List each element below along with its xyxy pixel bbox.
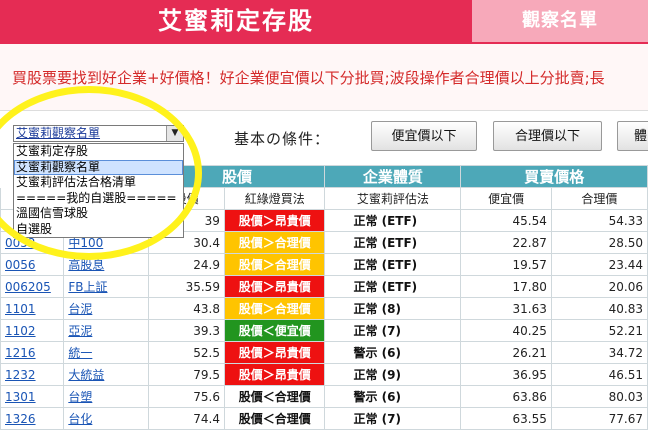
evaluation-status: 正常 (7) bbox=[324, 319, 462, 342]
table-row: 1216 統一 52.5 股價＞昂貴價 警示 (6) 26.21 34.72 bbox=[0, 341, 648, 364]
signal-badge: 股價＜合理價 bbox=[223, 407, 326, 430]
col-header-evaluation: 艾蜜莉評估法 bbox=[324, 187, 462, 210]
stock-name-link[interactable]: 台泥 bbox=[63, 297, 150, 320]
stock-price: 79.5 bbox=[148, 363, 225, 386]
banner-text: 買股票要找到好企業+好價格！好企業便宜價以下分批買;波段操作者合理價以上分批賣;… bbox=[12, 69, 605, 87]
group-header-trade-price: 買賣價格 bbox=[460, 165, 648, 188]
cheap-price: 19.57 bbox=[460, 253, 552, 276]
condition-label: 基本の條件： bbox=[234, 130, 331, 148]
cheap-price: 40.25 bbox=[460, 319, 552, 342]
table-row: 1102 亞泥 39.3 股價＜便宜價 正常 (7) 40.25 52.21 bbox=[0, 319, 648, 342]
cheap-price: 36.95 bbox=[460, 363, 552, 386]
stock-code-link[interactable]: 1216 bbox=[0, 341, 65, 364]
stock-price: 35.59 bbox=[148, 275, 225, 298]
select-value: 艾蜜莉觀察名單 bbox=[16, 126, 101, 140]
stock-code-link[interactable]: 1102 bbox=[0, 319, 65, 342]
evaluation-status: 正常 (ETF) bbox=[324, 275, 462, 298]
col-header-fair-price: 合理價 bbox=[550, 187, 648, 210]
dropdown-option[interactable]: 溫國信雪球股 bbox=[14, 206, 183, 222]
dropdown-arrow-icon[interactable]: ▼ bbox=[166, 126, 183, 141]
evaluation-status: 正常 (8) bbox=[324, 297, 462, 320]
table-row: 1232 大統益 79.5 股價＞昂貴價 正常 (9) 36.95 46.51 bbox=[0, 363, 648, 386]
watchlist-select[interactable]: 艾蜜莉觀察名單 ▼ bbox=[13, 125, 184, 142]
signal-badge: 股價＞昂貴價 bbox=[223, 275, 326, 298]
table-row: 1326 台化 74.4 股價＜合理價 正常 (7) 63.55 77.67 bbox=[0, 407, 648, 430]
fair-price: 23.44 bbox=[550, 253, 648, 276]
table-row: 006205 FB上証 35.59 股價＞昂貴價 正常 (ETF) 17.80 20.06 bbox=[0, 275, 648, 298]
fair-price: 52.21 bbox=[550, 319, 648, 342]
signal-badge: 股價＜便宜價 bbox=[223, 319, 326, 342]
cheap-price: 63.86 bbox=[460, 385, 552, 408]
stock-name-link[interactable]: 台塑 bbox=[63, 385, 150, 408]
evaluation-status: 警示 (6) bbox=[324, 341, 462, 364]
fair-price: 40.83 bbox=[550, 297, 648, 320]
stock-name-link[interactable]: 統一 bbox=[63, 341, 150, 364]
evaluation-status: 正常 (ETF) bbox=[324, 209, 462, 232]
watchlist-dropdown: 艾蜜莉定存股 艾蜜莉觀察名單 艾蜜莉評估法合格清單 =====我的自選股===== 溫國… bbox=[13, 143, 184, 238]
cheap-price: 45.54 bbox=[460, 209, 552, 232]
stock-price: 52.5 bbox=[148, 341, 225, 364]
signal-badge: 股價＞昂貴價 bbox=[223, 209, 326, 232]
scrolling-banner: 買股票要找到好企業+好價格！好企業便宜價以下分批買;波段操作者合理價以上分批賣;… bbox=[0, 44, 648, 110]
stock-price: 75.6 bbox=[148, 385, 225, 408]
cheap-price: 63.55 bbox=[460, 407, 552, 430]
dropdown-option[interactable]: 艾蜜莉定存股 bbox=[14, 144, 183, 160]
stock-price: 39.3 bbox=[148, 319, 225, 342]
evaluation-status: 警示 (6) bbox=[324, 385, 462, 408]
site-title: 艾蜜莉定存股 bbox=[0, 0, 472, 42]
evaluation-status: 正常 (ETF) bbox=[324, 231, 462, 254]
signal-badge: 股價＞昂貴價 bbox=[223, 363, 326, 386]
stock-code-link[interactable]: 006205 bbox=[0, 275, 65, 298]
stock-code-link[interactable]: 1326 bbox=[0, 407, 65, 430]
cheap-price: 22.87 bbox=[460, 231, 552, 254]
stock-name-link[interactable]: 亞泥 bbox=[63, 319, 150, 342]
cheap-price: 31.63 bbox=[460, 297, 552, 320]
table-row: 0056 高股息 24.9 股價＞合理價 正常 (ETF) 19.57 23.44 bbox=[0, 253, 648, 276]
fair-price: 20.06 bbox=[550, 275, 648, 298]
fair-price: 54.33 bbox=[550, 209, 648, 232]
stock-code-link[interactable]: 1232 bbox=[0, 363, 65, 386]
fair-price: 34.72 bbox=[550, 341, 648, 364]
stock-name-link[interactable]: 大統益 bbox=[63, 363, 150, 386]
dropdown-option[interactable]: =====我的自選股===== bbox=[14, 191, 183, 207]
tab-watchlist[interactable]: 觀察名單 bbox=[472, 0, 648, 42]
cheap-price: 17.80 bbox=[460, 275, 552, 298]
physique-button[interactable]: 體 bbox=[617, 121, 648, 151]
table-row: 1301 台塑 75.6 股價＜合理價 警示 (6) 63.86 80.03 bbox=[0, 385, 648, 408]
cheap-price: 26.21 bbox=[460, 341, 552, 364]
fair-price: 80.03 bbox=[550, 385, 648, 408]
stock-price: 43.8 bbox=[148, 297, 225, 320]
signal-badge: 股價＞合理價 bbox=[223, 253, 326, 276]
signal-badge: 股價＞合理價 bbox=[223, 231, 326, 254]
stock-code-link[interactable]: 1101 bbox=[0, 297, 65, 320]
stock-price: 24.9 bbox=[148, 253, 225, 276]
evaluation-status: 正常 (ETF) bbox=[324, 253, 462, 276]
signal-badge: 股價＞昂貴價 bbox=[223, 341, 326, 364]
stock-name-link[interactable]: 高股息 bbox=[63, 253, 150, 276]
group-header-quality: 企業體質 bbox=[324, 165, 462, 188]
col-header-signal: 紅綠燈買法 bbox=[223, 187, 326, 210]
col-header-cheap-price: 便宜價 bbox=[460, 187, 552, 210]
stock-code-link[interactable]: 0056 bbox=[0, 253, 65, 276]
signal-badge: 股價＞合理價 bbox=[223, 297, 326, 320]
stock-price: 74.4 bbox=[148, 407, 225, 430]
stock-code-link[interactable]: 1301 bbox=[0, 385, 65, 408]
fair-price: 28.50 bbox=[550, 231, 648, 254]
evaluation-status: 正常 (9) bbox=[324, 363, 462, 386]
evaluation-status: 正常 (7) bbox=[324, 407, 462, 430]
fair-price: 77.67 bbox=[550, 407, 648, 430]
table-row: 1101 台泥 43.8 股價＞合理價 正常 (8) 31.63 40.83 bbox=[0, 297, 648, 320]
signal-badge: 股價＜合理價 bbox=[223, 385, 326, 408]
dropdown-option[interactable]: 艾蜜莉觀察名單 bbox=[14, 159, 183, 175]
stock-name-link[interactable]: FB上証 bbox=[63, 275, 150, 298]
below-cheap-price-button[interactable]: 便宜價以下 bbox=[371, 121, 477, 151]
dropdown-option[interactable]: 自選股 bbox=[14, 222, 183, 238]
dropdown-option[interactable]: 艾蜜莉評估法合格清單 bbox=[14, 175, 183, 191]
divider bbox=[0, 110, 648, 111]
below-fair-price-button[interactable]: 合理價以下 bbox=[493, 121, 602, 151]
stock-name-link[interactable]: 台化 bbox=[63, 407, 150, 430]
fair-price: 46.51 bbox=[550, 363, 648, 386]
